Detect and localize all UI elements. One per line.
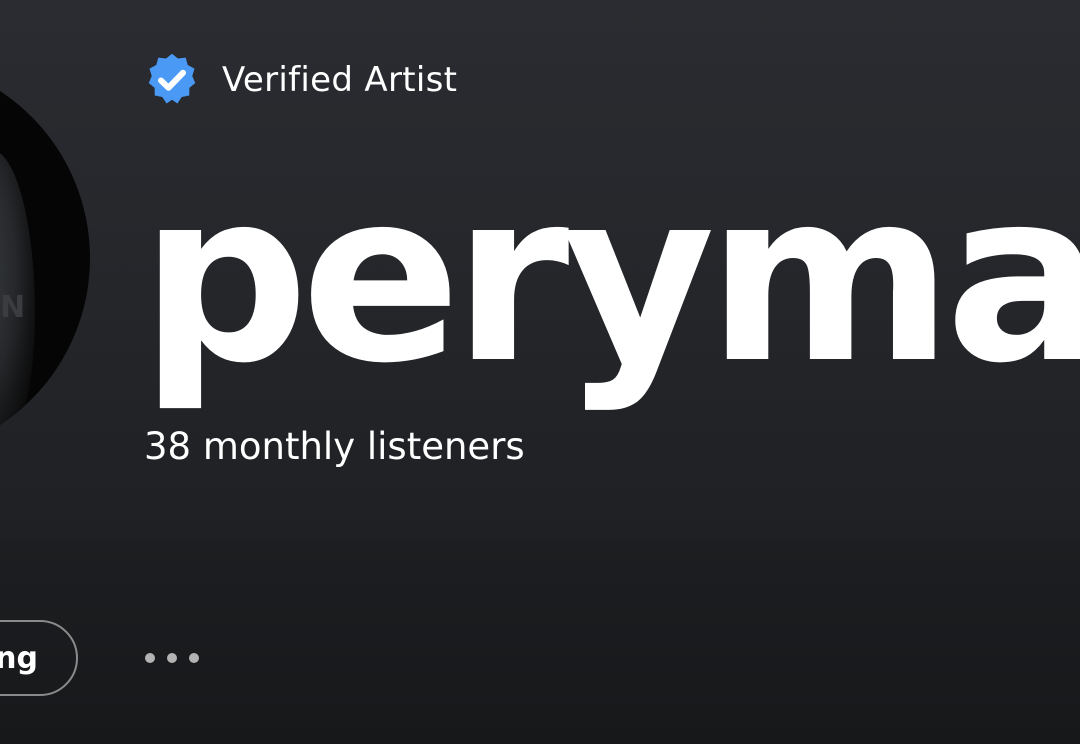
more-options-icon: [145, 653, 155, 663]
artist-page: N Verified Artist perymay 38 monthly lis…: [0, 0, 1080, 744]
following-button[interactable]: Following: [0, 620, 78, 696]
avatar-text: N: [0, 290, 28, 325]
monthly-listeners: 38 monthly listeners: [144, 425, 525, 468]
artist-name: perymay: [140, 140, 1080, 415]
artist-header: N Verified Artist perymay 38 monthly lis…: [0, 0, 1080, 540]
more-options-button[interactable]: [134, 636, 210, 680]
more-options-icon: [189, 653, 199, 663]
verified-artist-badge: Verified Artist: [142, 50, 457, 110]
verified-artist-label: Verified Artist: [222, 60, 458, 100]
artist-avatar: N: [0, 58, 90, 458]
verified-check-icon: [148, 53, 196, 104]
more-options-icon: [167, 653, 177, 663]
